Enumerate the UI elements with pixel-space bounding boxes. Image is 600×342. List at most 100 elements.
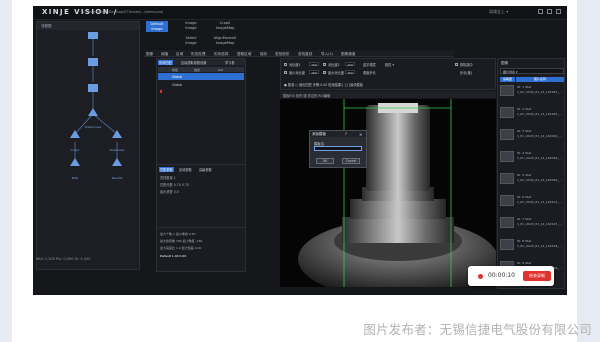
option-value[interactable]: 150 — [309, 70, 319, 75]
params-tab[interactable]: 形状匹配 — [158, 60, 173, 65]
close-window-icon[interactable] — [556, 9, 561, 14]
help-icon[interactable]: ? — [345, 132, 347, 136]
checkbox[interactable] — [323, 71, 326, 74]
param-line[interactable]: 最大重叠 0.5 — [160, 189, 179, 194]
param-line[interactable]: 匹配分数 0.70 0.70 — [160, 182, 189, 187]
stop-recording-button[interactable]: 结束录制 — [523, 271, 551, 281]
thumb-id: ID: 1 Stat — [517, 85, 532, 89]
template-name-input[interactable] — [314, 146, 362, 151]
thumb-name: 1_Pic_2020_03_14_162148_... — [517, 244, 562, 248]
mode-line[interactable]: ● 基准 ○ 最优匹配 步骤:0.00 检测结果:[ ] [ ]最优模板 — [284, 82, 363, 87]
option-label: 金字塔层 — [363, 63, 376, 67]
advanced-params: 最大个数 1 最小重叠 0.50 最大搜索角 180 最小角度 -180 最大亮… — [157, 227, 245, 271]
params-tab[interactable]: 边缘提取参数设置 — [181, 60, 207, 65]
image-viewer[interactable] — [280, 99, 496, 287]
param-line[interactable]: 最大搜索角 180 最小角度 -180 — [160, 239, 202, 243]
flow-node-label[interactable]: Features0 — [102, 148, 132, 152]
left-margin-bar — [0, 0, 12, 342]
param-line[interactable]: 最大亮度比 1.0 最大色差 0.00 — [160, 246, 201, 250]
params-tab[interactable]: 学习参 — [225, 60, 235, 65]
thumb-name: 1_Pic_2020_03_14_162103_... — [517, 200, 562, 204]
image-toolbar-label[interactable]: 模板ROI 矩形 圆 多边形 ROI编辑 — [283, 93, 330, 98]
dialog-title: 添加模板 — [310, 131, 366, 137]
sub-tab[interactable]: 匹配参数 — [159, 167, 174, 172]
thumb-id: ID: 7 Stat — [517, 217, 532, 221]
image-list-col: 图片名称 — [516, 77, 564, 82]
thumbnail[interactable] — [500, 217, 514, 228]
title-right-menu[interactable]: 局域全上 ▾ — [489, 9, 508, 15]
record-dot-icon — [478, 273, 483, 279]
thumbnail[interactable] — [500, 173, 514, 184]
image-list-select[interactable]: 图片列表 ▾ — [500, 68, 564, 74]
tab-default-image[interactable]: Default Image — [146, 21, 168, 32]
menu-item[interactable]: 保存 — [260, 52, 267, 57]
thumb-id: ID: 8 Stat — [517, 239, 532, 243]
sub-tab[interactable]: 高级参数 — [199, 167, 212, 172]
checkbox[interactable] — [455, 63, 458, 66]
tab-image[interactable]: Image Image — [180, 21, 202, 30]
params-table-header: 模板 描述 Ref — [158, 67, 244, 72]
thumb-id: ID: 4 Stat — [517, 151, 532, 155]
thumb-id: ID: 5 Stat — [517, 173, 532, 177]
minimize-icon[interactable] — [538, 9, 543, 14]
tab-select[interactable]: Select Image — [180, 36, 202, 45]
params-row[interactable]: Global — [158, 73, 244, 80]
thumb-name: 1_Pic_2020_03_14_162125_... — [517, 222, 562, 226]
flow-node-crop-icon — [70, 130, 80, 138]
checkbox[interactable] — [323, 63, 326, 66]
menu-item[interactable]: 查找矩形 — [275, 52, 289, 57]
thumb-name: 1_Pic_2020_03_14_162006_... — [517, 134, 562, 138]
match-params: 匹配参数 区域参数 高级参数 查找数量 1 匹配分数 0.70 0.70 最大重… — [157, 164, 245, 222]
option-label: 最小对比度 — [289, 71, 305, 75]
maximize-icon[interactable] — [547, 9, 552, 14]
checkbox[interactable] — [284, 63, 287, 66]
menu-item[interactable]: 区域 — [176, 52, 183, 57]
tab-alignparam[interactable]: AlignParam0 ImageMap — [206, 36, 244, 45]
thumb-name: 1_Pic_2020_03_14_162049_... — [517, 178, 562, 182]
thumbnail[interactable] — [500, 129, 514, 140]
menu-item[interactable]: 阈值 — [161, 52, 168, 57]
thumbnail[interactable] — [500, 107, 514, 118]
menu-item[interactable]: 形状选择 — [214, 52, 228, 57]
option-value[interactable]: 150 — [345, 70, 355, 75]
screen-recording-badge: 00:00:10 结束录制 — [468, 266, 554, 286]
param-line[interactable]: Default 1.00 0.00 — [160, 254, 186, 258]
title-bar: XINJE VISION / C:/Users/yuqh/Desktop/S7/… — [33, 6, 567, 20]
param-line[interactable]: 查找数量 1 — [160, 175, 176, 180]
menu-item[interactable]: 导入(1) — [321, 52, 333, 57]
tab-crop0[interactable]: Crop0 ImageMap — [210, 21, 240, 30]
thumb-name: 1_Pic_2020_03_14_161935_... — [517, 112, 562, 116]
image-list-col: 缩略图 — [500, 77, 515, 82]
option-value[interactable]: 150 — [309, 62, 319, 67]
checkbox[interactable] — [284, 71, 287, 74]
cancel-button[interactable]: Cancel — [342, 158, 360, 164]
sub-tab[interactable]: 区域参数 — [179, 167, 192, 172]
thumb-id: ID: 9 Stat — [517, 261, 532, 265]
option-value[interactable]: 150 — [345, 62, 355, 67]
flow-node-blob-icon — [70, 158, 80, 166]
close-icon[interactable]: × — [359, 132, 362, 137]
image-list-panel: 图像 图片列表 ▾ 缩略图 图片名称 ID: 1 Stat 1_Pic_2020… — [497, 58, 565, 289]
flow-node-label[interactable]: Crop1 — [60, 148, 90, 152]
flow-node-label[interactable]: Blob — [60, 176, 90, 180]
flow-node-label[interactable]: Preprocess — [78, 125, 108, 129]
param-line[interactable]: 最大个数 1 最小重叠 0.50 — [160, 232, 195, 236]
menu-item[interactable]: 提取区域 — [237, 52, 251, 57]
ok-button[interactable]: OK — [316, 158, 334, 164]
params-panel: 形状匹配 边缘提取参数设置 学习参 模板 描述 Ref Global Globa… — [156, 58, 246, 272]
menu-item[interactable]: 查找直线 — [298, 52, 312, 57]
thumbnail[interactable] — [500, 195, 514, 206]
menu-item[interactable]: 图像 — [146, 52, 153, 57]
params-row[interactable]: Global — [158, 81, 244, 88]
flow-node-label[interactable]: Results — [102, 176, 132, 180]
params-col: 描述 — [194, 68, 201, 72]
thumbnail[interactable] — [500, 85, 514, 96]
thumbnail[interactable] — [500, 239, 514, 250]
option-label[interactable]: 极性 ▾ — [385, 62, 394, 67]
menu-item[interactable]: 图像通道 — [341, 52, 355, 57]
image-toolbar: 模板ROI 矩形 圆 多边形 ROI编辑 — [280, 91, 496, 98]
params-row[interactable] — [158, 89, 244, 96]
thumbnail[interactable] — [500, 151, 514, 162]
menu-item[interactable]: 形态处理 — [191, 52, 205, 57]
params-tabs: 形状匹配 边缘提取参数设置 学习参 — [157, 59, 245, 65]
